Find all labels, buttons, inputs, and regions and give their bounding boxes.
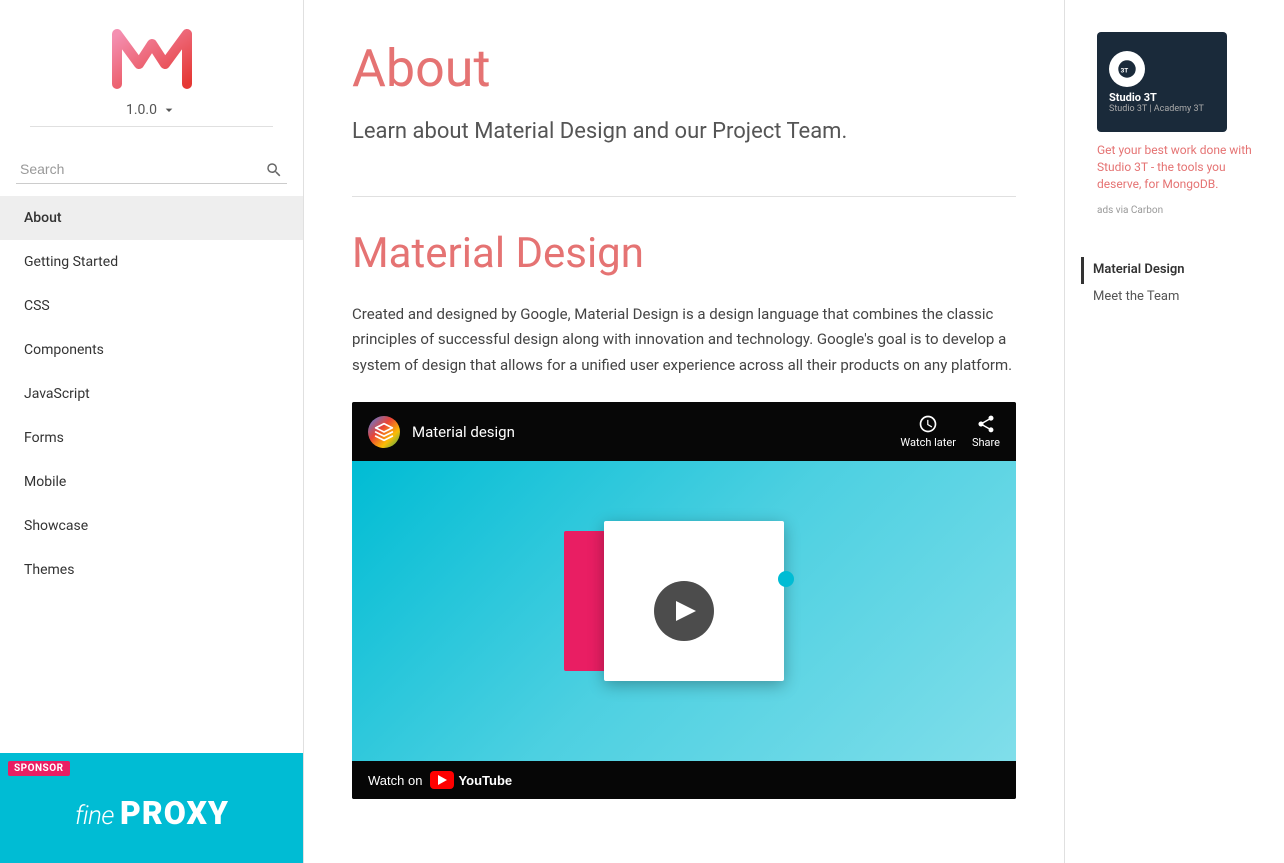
search-button[interactable] xyxy=(265,161,283,179)
video-title: Material design xyxy=(412,423,888,441)
sponsor-fine: fine xyxy=(75,801,114,831)
studio3t-logo-icon: 3T xyxy=(1116,58,1138,80)
sidebar-item-mobile[interactable]: Mobile xyxy=(0,460,303,504)
page-title: About xyxy=(352,40,1016,97)
sidebar-item-css[interactable]: CSS xyxy=(0,284,303,328)
sidebar-item-javascript[interactable]: JavaScript xyxy=(0,372,303,416)
section-body: Created and designed by Google, Material… xyxy=(352,302,1016,379)
sponsor-badge: SPONSOR xyxy=(8,761,70,776)
watch-later-icon xyxy=(918,414,938,434)
search-input[interactable] xyxy=(16,155,287,184)
page-subtitle: Learn about Material Design and our Proj… xyxy=(352,117,1016,148)
search-area xyxy=(0,143,303,196)
watch-later-button[interactable]: Watch later xyxy=(900,414,956,449)
logo-area: 1.0.0 xyxy=(0,0,303,143)
toc-item-meet-the-team[interactable]: Meet the Team xyxy=(1081,284,1268,310)
ad-source: ads via Carbon xyxy=(1097,205,1163,216)
watch-on-label: Watch on xyxy=(368,773,422,788)
video-thumbnail[interactable] xyxy=(352,461,1016,761)
watch-later-label: Watch later xyxy=(900,436,956,449)
share-icon xyxy=(976,414,996,434)
version-selector[interactable]: 1.0.0 xyxy=(30,102,272,127)
sidebar-item-showcase[interactable]: Showcase xyxy=(0,504,303,548)
sponsor-text: fine PROXY xyxy=(75,794,229,832)
sponsor-proxy: PROXY xyxy=(120,794,229,832)
svg-text:3T: 3T xyxy=(1121,66,1129,74)
youtube-icon xyxy=(430,771,454,789)
toc-item-material-design[interactable]: Material Design xyxy=(1081,257,1268,283)
sidebar-item-themes[interactable]: Themes xyxy=(0,548,303,592)
ad-description: Get your best work done with Studio 3T -… xyxy=(1097,142,1265,192)
watch-on-youtube-button[interactable]: Watch on YouTube xyxy=(368,771,512,789)
ad-image[interactable]: 3T Studio 3T Studio 3T | Academy 3T xyxy=(1097,32,1227,132)
sidebar-item-forms[interactable]: Forms xyxy=(0,416,303,460)
youtube-text: YouTube xyxy=(458,773,512,788)
ad-logo-sub: Studio 3T | Academy 3T xyxy=(1109,104,1215,114)
video-logo-icon xyxy=(368,416,400,448)
right-panel: 3T Studio 3T Studio 3T | Academy 3T Get … xyxy=(1064,0,1284,863)
brand-logo xyxy=(107,24,197,94)
video-footer: Watch on YouTube xyxy=(352,761,1016,799)
ad-logo-text: Studio 3T xyxy=(1109,91,1215,104)
sidebar-item-components[interactable]: Components xyxy=(0,328,303,372)
toc: Material Design Meet the Team xyxy=(1081,257,1268,309)
sidebar: 1.0.0 About Getting Started CSS Componen… xyxy=(0,0,304,863)
mockup-dot xyxy=(778,571,794,587)
video-header: Material design Watch later Share xyxy=(352,402,1016,461)
sponsor-content: fine PROXY xyxy=(0,763,304,863)
sidebar-item-about[interactable]: About xyxy=(0,196,303,240)
material-logo-icon xyxy=(374,422,394,442)
share-label: Share xyxy=(972,436,1000,449)
section-title: Material Design xyxy=(352,229,1016,278)
share-button[interactable]: Share xyxy=(972,414,1000,449)
divider-1 xyxy=(352,196,1016,197)
ad-logo-area: 3T Studio 3T Studio 3T | Academy 3T xyxy=(1097,32,1227,132)
ad-logo-circle: 3T xyxy=(1109,51,1145,87)
sponsor-area[interactable]: SPONSOR fine PROXY xyxy=(0,753,304,863)
ad-area: 3T Studio 3T Studio 3T | Academy 3T Get … xyxy=(1081,16,1281,233)
version-label: 1.0.0 xyxy=(126,102,157,118)
video-actions: Watch later Share xyxy=(900,414,1000,449)
video-container: Material design Watch later Share xyxy=(352,402,1016,799)
sidebar-item-getting-started[interactable]: Getting Started xyxy=(0,240,303,284)
youtube-logo: YouTube xyxy=(430,771,512,789)
search-icon xyxy=(265,161,283,179)
chevron-down-icon xyxy=(161,102,177,118)
main-content: About Learn about Material Design and ou… xyxy=(304,0,1064,863)
